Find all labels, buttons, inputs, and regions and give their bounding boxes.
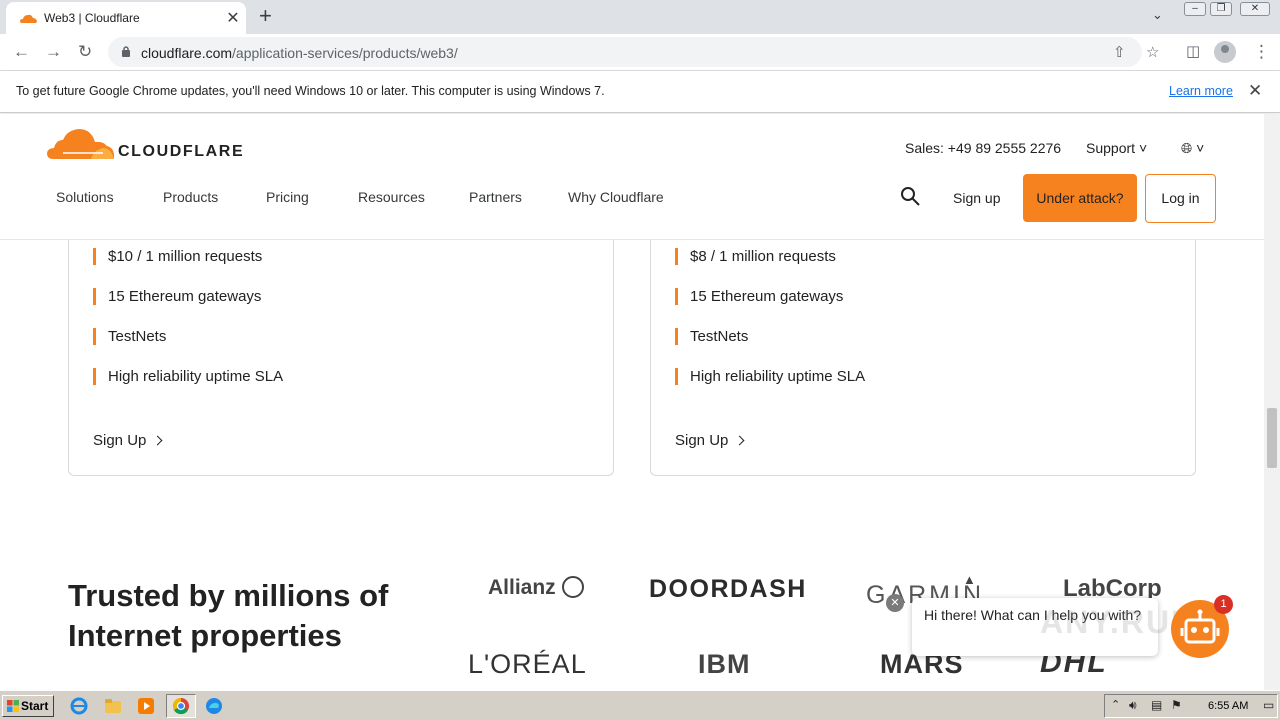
page-scrollbar[interactable] [1264, 114, 1280, 690]
nav-why-cloudflare[interactable]: Why Cloudflare [568, 189, 664, 205]
notification-badge: 1 [1214, 595, 1233, 614]
network-icon[interactable]: ▤ [1151, 698, 1162, 712]
nav-partners[interactable]: Partners [469, 189, 522, 205]
feature-item: 15 Ethereum gateways [93, 288, 261, 305]
language-selector[interactable]: 🌐︎ ˅ [1181, 140, 1204, 157]
tab-title: Web3 | Cloudflare [44, 11, 140, 25]
under-attack-button[interactable]: Under attack? [1023, 174, 1137, 222]
chevron-down-icon: ˅ [1196, 140, 1205, 156]
support-menu[interactable]: Support ˅ [1086, 140, 1147, 156]
learn-more-link[interactable]: Learn more [1169, 84, 1233, 98]
close-tab-icon[interactable]: ✕ [224, 8, 242, 28]
chevron-down-icon: ˅ [1138, 140, 1148, 156]
feature-item: TestNets [675, 328, 748, 345]
close-chat-icon[interactable]: ✕ [886, 594, 904, 612]
cloudflare-logo-icon[interactable] [47, 128, 115, 160]
lock-icon[interactable] [120, 45, 132, 57]
browser-tab[interactable]: Web3 | Cloudflare ✕ [6, 2, 246, 34]
cloudflare-wordmark[interactable]: CLOUDFLARE [118, 143, 244, 161]
browser-menu-icon[interactable]: ⋮ [1253, 42, 1270, 62]
garmin-triangle-icon: ▲ [963, 572, 976, 587]
nav-solutions[interactable]: Solutions [56, 189, 114, 205]
action-center-flag-icon[interactable]: ⚑ [1171, 698, 1182, 712]
nav-resources[interactable]: Resources [358, 189, 425, 205]
globe-icon: 🌐︎ [1181, 140, 1193, 156]
window-minimize-button[interactable]: – [1184, 2, 1206, 16]
start-button[interactable]: Start [2, 695, 54, 717]
address-bar[interactable]: cloudflare.com/application-services/prod… [108, 37, 1159, 67]
internet-explorer-icon[interactable] [70, 697, 88, 715]
system-tray: ⌃ 🔊︎ ▤ ⚑ ▭ [1104, 694, 1278, 718]
new-tab-button[interactable]: + [259, 3, 272, 29]
forward-arrow-icon[interactable]: → [45, 42, 62, 62]
windows-taskbar: Start ⌃ 🔊︎ ▤ ⚑ ▭ 6:55 AM [0, 690, 1280, 720]
browser-toolbar: ← → ↻ cloudflare.com/application-service… [0, 34, 1280, 71]
start-label: Start [21, 699, 49, 713]
allianz-logo: Allianz [488, 576, 584, 600]
feature-item: TestNets [93, 328, 166, 345]
nav-products[interactable]: Products [163, 189, 218, 205]
taskbar-clock[interactable]: 6:55 AM [1208, 700, 1248, 712]
file-explorer-icon[interactable] [104, 697, 122, 715]
sales-phone[interactable]: Sales: +49 89 2555 2276 [905, 140, 1061, 156]
sign-up-link[interactable]: Sign up [953, 190, 1000, 206]
page-viewport: CLOUDFLARE Sales: +49 89 2555 2276 Suppo… [0, 114, 1264, 690]
search-icon[interactable] [900, 186, 920, 206]
url-path: /application-services/products/web3/ [232, 45, 458, 61]
sign-up-cta[interactable]: Sign Up [675, 432, 745, 449]
tab-search-chevron-icon[interactable]: ⌄ [1152, 7, 1163, 23]
window-close-button[interactable]: ✕ [1240, 2, 1270, 16]
feature-item: High reliability uptime SLA [675, 368, 865, 385]
support-label: Support [1086, 140, 1136, 156]
doordash-logo: DOORDASH [649, 575, 807, 603]
windows-flag-icon [7, 700, 19, 712]
show-hidden-icons-icon[interactable]: ⌃ [1111, 698, 1120, 711]
sign-up-cta-label: Sign Up [675, 432, 729, 449]
media-player-icon[interactable] [137, 697, 155, 715]
speaker-icon[interactable]: 🔊︎ [1129, 698, 1137, 713]
nav-pricing[interactable]: Pricing [266, 189, 309, 205]
infobar-message: To get future Google Chrome updates, you… [16, 84, 605, 98]
log-in-button[interactable]: Log in [1145, 174, 1216, 223]
back-arrow-icon[interactable]: ← [13, 42, 30, 62]
allianz-emblem-icon [561, 576, 584, 598]
sign-up-cta[interactable]: Sign Up [93, 432, 163, 449]
feature-item: $8 / 1 million requests [675, 248, 836, 265]
chrome-icon [172, 697, 189, 715]
url-text: cloudflare.com/application-services/prod… [141, 45, 458, 61]
sign-up-cta-label: Sign Up [93, 432, 147, 449]
share-icon[interactable]: ⇧ [1113, 43, 1126, 61]
chevron-right-icon [152, 435, 163, 446]
show-desktop-icon[interactable]: ▭ [1263, 698, 1274, 712]
reload-icon[interactable]: ↻ [78, 42, 92, 62]
close-infobar-icon[interactable]: ✕ [1248, 81, 1262, 101]
site-header: CLOUDFLARE Sales: +49 89 2555 2276 Suppo… [0, 114, 1264, 240]
allianz-logo-text: Allianz [488, 576, 556, 599]
side-panel-icon[interactable]: ◫ [1186, 42, 1200, 60]
cloudflare-favicon-icon [20, 14, 37, 23]
chrome-taskbar-button[interactable] [166, 694, 196, 718]
loreal-logo: L'ORÉAL [468, 649, 587, 679]
feature-item: High reliability uptime SLA [93, 368, 283, 385]
browser-tab-strip: Web3 | Cloudflare ✕ + ⌄ – ❐ ✕ [0, 0, 1280, 34]
bookmark-star-icon[interactable]: ☆ [1146, 43, 1159, 61]
update-infobar: To get future Google Chrome updates, you… [0, 71, 1280, 113]
scrollbar-thumb[interactable] [1267, 408, 1277, 468]
chevron-right-icon [734, 435, 745, 446]
feature-item: $10 / 1 million requests [93, 248, 262, 265]
url-host: cloudflare.com [141, 45, 233, 61]
window-restore-button[interactable]: ❐ [1210, 2, 1232, 16]
trusted-heading: Trusted by millions of Internet properti… [68, 578, 389, 653]
profile-avatar-icon[interactable] [1214, 41, 1236, 63]
ibm-logo: IBM [698, 649, 751, 679]
edge-icon[interactable] [205, 697, 223, 715]
feature-item: 15 Ethereum gateways [675, 288, 843, 305]
